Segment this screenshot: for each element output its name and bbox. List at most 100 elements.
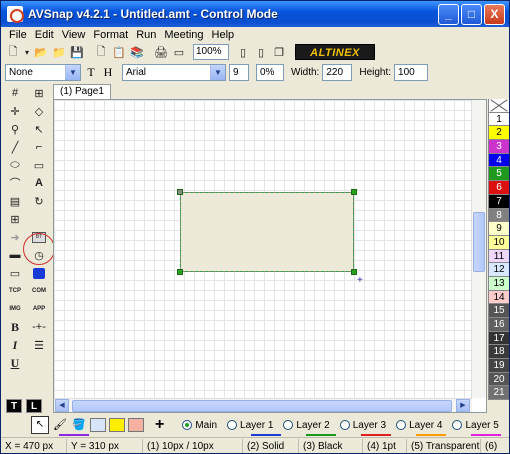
maximize-button[interactable]: □: [461, 3, 482, 25]
tcp-icon[interactable]: TCP: [3, 282, 27, 300]
layer-3-radio[interactable]: Layer 3: [339, 420, 386, 431]
color-swatch-12[interactable]: 12: [489, 263, 509, 277]
resize-handle-tl[interactable]: [177, 189, 183, 195]
drawing-canvas[interactable]: + ◀ ▶: [53, 99, 487, 413]
menu-file[interactable]: File: [5, 29, 31, 41]
color-swatch-3[interactable]: 3: [489, 140, 509, 154]
open-alt-icon[interactable]: 📁: [51, 44, 67, 60]
add-icon[interactable]: +: [155, 416, 164, 434]
color-swatch-11[interactable]: 11: [489, 249, 509, 264]
percent-field[interactable]: 0%: [256, 63, 284, 81]
zoom-icon[interactable]: ⚲: [3, 120, 27, 138]
pointer-icon[interactable]: ↖: [27, 120, 51, 138]
rulers-icon[interactable]: ⊞: [27, 84, 51, 102]
new-file-icon[interactable]: 🗋: [5, 44, 21, 60]
vertical-scroll-thumb[interactable]: [473, 212, 485, 272]
text-color-button[interactable]: T: [6, 399, 22, 413]
chevron-down-icon[interactable]: ▼: [210, 64, 225, 80]
text-icon[interactable]: A: [27, 174, 51, 192]
page-icon[interactable]: ▯: [235, 44, 251, 60]
copy-page-icon[interactable]: ❐: [271, 44, 287, 60]
align-icon[interactable]: ☰: [27, 336, 51, 354]
radio-dot[interactable]: [283, 420, 294, 430]
color-swatch-2[interactable]: 2: [489, 126, 509, 141]
layer-1-radio[interactable]: Layer 1: [227, 420, 273, 431]
color-swatch-4[interactable]: 4: [489, 153, 509, 168]
fill-pink-icon[interactable]: [128, 418, 144, 432]
image-icon[interactable]: [90, 418, 106, 432]
color-swatch-14[interactable]: 14: [489, 290, 509, 305]
menu-edit[interactable]: Edit: [31, 29, 58, 41]
resize-handle-tr[interactable]: [351, 189, 357, 195]
height-field[interactable]: 100: [394, 63, 429, 81]
menu-view[interactable]: View: [58, 29, 90, 41]
print-icon[interactable]: 🖨: [153, 44, 169, 60]
device-icon[interactable]: ▤: [3, 192, 27, 210]
com-icon[interactable]: COM: [27, 282, 51, 300]
radio-dot[interactable]: [182, 420, 193, 430]
save-icon[interactable]: 💾: [69, 44, 85, 60]
color-swatch-20[interactable]: 20: [489, 372, 509, 387]
ir-icon[interactable]: ▭: [3, 264, 27, 282]
color-swatch-7[interactable]: 7: [489, 194, 509, 209]
color-swatch-8[interactable]: 8: [489, 208, 509, 223]
library-icon[interactable]: 📚: [129, 44, 145, 60]
scroll-left-icon[interactable]: ◀: [55, 399, 69, 412]
menu-help[interactable]: Help: [208, 29, 239, 41]
horizontal-scroll-thumb[interactable]: [72, 400, 452, 412]
resize-handle-bl[interactable]: [177, 269, 183, 275]
radio-dot[interactable]: [452, 420, 463, 430]
layer-main-radio[interactable]: Main: [182, 420, 217, 431]
color-swatch-19[interactable]: 19: [489, 359, 509, 373]
radio-dot[interactable]: [396, 420, 407, 430]
line-icon[interactable]: ╱: [3, 138, 27, 156]
color-swatch-9[interactable]: 9: [489, 222, 509, 236]
menu-format[interactable]: Format: [89, 29, 132, 41]
page-width-icon[interactable]: ▯: [253, 44, 269, 60]
italic-button[interactable]: I: [3, 336, 27, 354]
fill-yellow-icon[interactable]: [109, 418, 125, 432]
width-field[interactable]: 220: [322, 63, 353, 81]
color-swatch-1[interactable]: 1: [489, 112, 509, 127]
zoom-input[interactable]: 100%: [193, 44, 229, 60]
table-icon[interactable]: ⊞: [3, 210, 27, 228]
ellipse-icon[interactable]: ⬭: [3, 156, 27, 174]
grid-icon[interactable]: #: [3, 84, 27, 102]
underline-button[interactable]: U: [3, 354, 27, 372]
color-swatch-15[interactable]: 15: [489, 304, 509, 318]
radio-dot[interactable]: [339, 420, 350, 430]
new-dropdown-icon[interactable]: ▾: [23, 44, 31, 60]
minimize-button[interactable]: _: [438, 3, 459, 25]
color-swatch-21[interactable]: 21: [489, 386, 509, 401]
minus-plus-icon[interactable]: -+-: [27, 318, 51, 336]
app-icon[interactable]: APP: [27, 300, 51, 318]
font-size-field[interactable]: 9: [229, 63, 249, 81]
menu-meeting[interactable]: Meeting: [160, 29, 207, 41]
bucket-icon[interactable]: 🪣: [71, 418, 87, 432]
crosshair-icon[interactable]: ✛: [3, 102, 27, 120]
rectangle-icon[interactable]: ▭: [27, 156, 51, 174]
horizontal-scrollbar[interactable]: ◀ ▶: [54, 398, 472, 412]
color-swatch-16[interactable]: 16: [489, 318, 509, 332]
refresh-icon[interactable]: ↻: [27, 192, 51, 210]
color-swatch-17[interactable]: 17: [489, 331, 509, 346]
img-icon[interactable]: IMG: [3, 300, 27, 318]
new-page-icon[interactable]: 🗋: [93, 44, 109, 60]
bold-button[interactable]: B: [3, 318, 27, 336]
layer-4-radio[interactable]: Layer 4: [396, 420, 442, 431]
chevron-down-icon[interactable]: ▼: [65, 64, 80, 80]
no-color-swatch[interactable]: [489, 99, 509, 113]
tab-page1[interactable]: (1) Page1: [53, 84, 111, 99]
menu-run[interactable]: Run: [132, 29, 160, 41]
paint-icon[interactable]: 🖌: [52, 418, 68, 432]
color-swatch-5[interactable]: 5: [489, 167, 509, 182]
color-swatch-18[interactable]: 18: [489, 345, 509, 360]
layer-2-radio[interactable]: Layer 2: [283, 420, 330, 431]
shape-blue-icon[interactable]: [27, 264, 51, 282]
open-folder-icon[interactable]: 📂: [33, 44, 49, 60]
arc-icon[interactable]: ⌒: [3, 174, 27, 192]
layer-5-radio[interactable]: Layer 5: [452, 420, 499, 431]
scroll-right-icon[interactable]: ▶: [456, 399, 470, 412]
font-select[interactable]: Arial ▼: [122, 63, 226, 81]
screen-icon[interactable]: ▭: [171, 44, 187, 60]
